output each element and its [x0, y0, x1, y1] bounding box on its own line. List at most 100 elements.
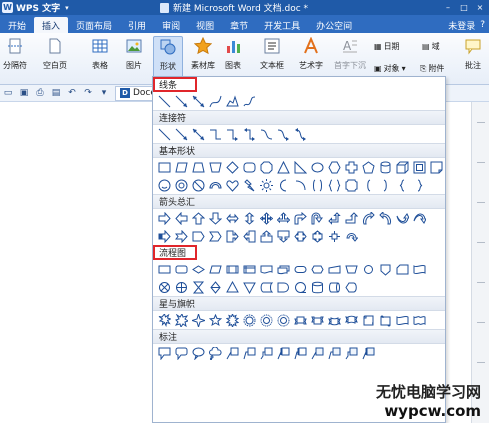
redo-icon[interactable]: ↷ [83, 88, 93, 98]
star-32-point-shape-icon[interactable] [277, 314, 290, 327]
table-button[interactable]: 表格 [86, 36, 114, 71]
app-menu-button[interactable]: W WPS 文字 ▾ [2, 1, 76, 14]
flowchart-summing-junction-icon[interactable] [158, 281, 171, 294]
curved-double-arrow-connector-icon[interactable] [294, 127, 307, 141]
flowchart-preparation-icon[interactable] [311, 263, 324, 276]
accent-border-callout-shape-icon[interactable] [362, 347, 375, 360]
minimize-button[interactable]: – [441, 1, 455, 13]
flowchart-connector-icon[interactable] [362, 263, 375, 276]
print-icon[interactable]: ⎙ [35, 88, 45, 98]
up-down-arrow-shape-icon[interactable] [243, 211, 256, 225]
flowchart-manual-operation-icon[interactable] [345, 263, 358, 276]
flowchart-magnetic-disk-icon[interactable] [311, 281, 324, 294]
flowchart-decision-icon[interactable] [192, 263, 205, 276]
flowchart-sort-icon[interactable] [209, 280, 222, 294]
right-bracket-shape-icon[interactable] [379, 179, 392, 192]
can-shape-icon[interactable] [379, 161, 392, 174]
login-status[interactable]: 未登录 [448, 19, 475, 32]
gallery-button[interactable]: 素材库 [190, 36, 216, 71]
art-text-button[interactable]: 艺术字 [294, 36, 328, 71]
star-4-point-shape-icon[interactable] [192, 313, 205, 327]
open-folder-icon[interactable]: ▭ [3, 88, 13, 98]
horizontal-scroll-shape-icon[interactable] [379, 314, 392, 327]
hexagon-shape-icon[interactable] [328, 161, 341, 174]
up-ribbon-shape-icon[interactable] [294, 314, 307, 327]
scribble-shape-icon[interactable] [243, 95, 256, 108]
pentagon-arrow-shape-icon[interactable] [192, 230, 205, 243]
flowchart-stored-data-icon[interactable] [260, 281, 273, 294]
straight-connector-icon[interactable] [158, 128, 171, 141]
field-button[interactable]: ▤ 域 [422, 41, 440, 52]
explosion-1-shape-icon[interactable] [158, 313, 171, 327]
rectangular-callout-shape-icon[interactable] [158, 347, 171, 360]
tab-home[interactable]: 开始 [0, 17, 34, 33]
plaque-shape-icon[interactable] [345, 179, 358, 192]
left-right-arrow-shape-icon[interactable] [226, 212, 239, 225]
flowchart-data-icon[interactable] [209, 263, 222, 276]
octagon-shape-icon[interactable] [260, 161, 273, 174]
elbow-connector-icon[interactable] [209, 128, 222, 141]
double-brace-shape-icon[interactable] [328, 179, 341, 192]
flowchart-terminator-icon[interactable] [294, 263, 307, 276]
trapezoid-down-shape-icon[interactable] [209, 161, 222, 174]
triangle-shape-icon[interactable] [277, 160, 290, 174]
flowchart-alternate-process-icon[interactable] [175, 263, 188, 276]
flowchart-offpage-connector-icon[interactable] [379, 263, 392, 276]
print-preview-icon[interactable]: ▤ [51, 88, 61, 98]
cloud-callout-shape-icon[interactable] [209, 346, 222, 360]
freeform-shape-icon[interactable] [226, 94, 239, 108]
curve-shape-icon[interactable] [209, 95, 222, 108]
close-button[interactable]: × [473, 1, 487, 13]
donut-shape-icon[interactable] [175, 179, 188, 192]
border-callout-1-shape-icon[interactable] [311, 347, 324, 360]
bevel-shape-icon[interactable] [413, 161, 426, 174]
tab-sections[interactable]: 章节 [222, 17, 256, 33]
block-arc-shape-icon[interactable] [209, 179, 222, 192]
curved-right-arrow-shape-icon[interactable] [362, 211, 375, 225]
flowchart-sequential-storage-icon[interactable] [294, 281, 307, 294]
date-button[interactable]: ▦ 日期 [374, 41, 400, 52]
explosion-2-shape-icon[interactable] [175, 313, 188, 327]
up-arrow-callout-shape-icon[interactable] [260, 229, 273, 243]
comment-button[interactable]: 批注 [459, 36, 487, 71]
striped-right-arrow-shape-icon[interactable] [158, 229, 171, 243]
undo-icon[interactable]: ↶ [67, 88, 77, 98]
curved-connector-icon[interactable] [260, 128, 273, 141]
quad-arrow-callout-shape-icon[interactable] [328, 230, 341, 243]
flowchart-or-icon[interactable] [175, 281, 188, 294]
elbow-double-arrow-connector-icon[interactable] [243, 127, 256, 141]
tab-developer[interactable]: 开发工具 [256, 17, 308, 33]
right-arrow-callout-shape-icon[interactable] [226, 230, 239, 243]
flowchart-extract-icon[interactable] [226, 280, 239, 294]
straight-double-arrow-connector-icon[interactable] [192, 128, 205, 141]
tab-references[interactable]: 引用 [120, 17, 154, 33]
line-callout-2-shape-icon[interactable] [243, 347, 256, 360]
arrow-line-shape-icon[interactable] [175, 95, 188, 108]
trapezoid-shape-icon[interactable] [192, 161, 205, 174]
first-drop-button[interactable]: A 首字下沉 [332, 36, 368, 71]
left-arrow-shape-icon[interactable] [175, 211, 188, 225]
flowchart-multidocument-icon[interactable] [277, 263, 290, 276]
maximize-button[interactable]: □ [457, 1, 471, 13]
down-arrow-callout-shape-icon[interactable] [277, 230, 290, 243]
rounded-rectangular-callout-shape-icon[interactable] [175, 347, 188, 360]
notched-right-arrow-shape-icon[interactable] [175, 229, 188, 243]
textbox-button[interactable]: 文本框 [256, 36, 288, 71]
left-arrow-callout-shape-icon[interactable] [243, 230, 256, 243]
curved-down-ribbon-shape-icon[interactable] [345, 314, 358, 327]
parallelogram-shape-icon[interactable] [175, 161, 188, 174]
left-right-arrow-callout-shape-icon[interactable] [294, 230, 307, 243]
smiley-face-shape-icon[interactable] [158, 179, 171, 192]
line-callout-1-shape-icon[interactable] [226, 347, 239, 360]
bent-up-arrow-shape-icon[interactable] [345, 211, 358, 225]
curved-arrow-connector-icon[interactable] [277, 128, 290, 141]
right-brace-shape-icon[interactable] [413, 179, 426, 192]
oval-shape-icon[interactable] [311, 161, 324, 174]
arc-shape-icon[interactable] [294, 179, 307, 192]
left-brace-shape-icon[interactable] [396, 179, 409, 192]
picture-button[interactable]: 图片 [120, 36, 148, 71]
no-symbol-shape-icon[interactable] [192, 179, 205, 192]
cube-shape-icon[interactable] [396, 161, 409, 174]
shapes-button[interactable]: 形状 [153, 36, 183, 78]
star-24-point-shape-icon[interactable] [260, 314, 273, 327]
